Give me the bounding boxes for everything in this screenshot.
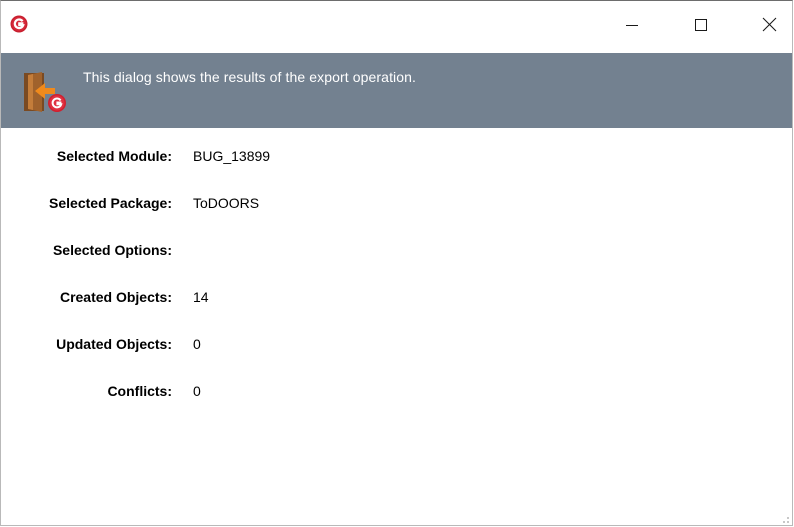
updated-objects-row: Updated Objects: 0 <box>1 322 792 369</box>
selected-options-label: Selected Options: <box>52 242 172 258</box>
created-objects-label: Created Objects: <box>59 289 172 305</box>
title-bar[interactable] <box>1 1 792 53</box>
close-button[interactable] <box>746 1 792 53</box>
close-icon <box>762 17 777 37</box>
header-banner: This dialog shows the results of the exp… <box>1 53 792 128</box>
g-logo-icon[interactable] <box>10 15 28 33</box>
banner-message: This dialog shows the results of the exp… <box>83 69 417 85</box>
resize-grip-icon[interactable] <box>778 511 790 523</box>
maximize-button[interactable] <box>678 1 724 53</box>
export-door-icon <box>21 69 69 117</box>
created-objects-value: 14 <box>193 289 209 305</box>
selected-module-value: BUG_13899 <box>193 148 271 164</box>
updated-objects-value: 0 <box>193 336 201 352</box>
conflicts-value: 0 <box>193 383 201 399</box>
conflicts-label: Conflicts: <box>107 383 172 399</box>
selected-module-row: Selected Module: BUG_13899 <box>1 134 792 181</box>
created-objects-row: Created Objects: 14 <box>1 275 792 322</box>
selected-package-value: ToDOORS <box>193 195 260 211</box>
selected-module-label: Selected Module: <box>56 148 172 164</box>
selected-package-row: Selected Package: ToDOORS <box>1 181 792 228</box>
maximize-icon <box>694 18 708 37</box>
conflicts-row: Conflicts: 0 <box>1 369 792 416</box>
selected-options-row: Selected Options: <box>1 228 792 275</box>
minimize-icon <box>625 18 639 37</box>
updated-objects-label: Updated Objects: <box>56 336 172 352</box>
minimize-button[interactable] <box>609 1 655 53</box>
selected-package-label: Selected Package: <box>49 195 172 211</box>
export-results-dialog: This dialog shows the results of the exp… <box>0 0 793 526</box>
results-panel: Selected Module: BUG_13899 Selected Pack… <box>1 128 792 416</box>
